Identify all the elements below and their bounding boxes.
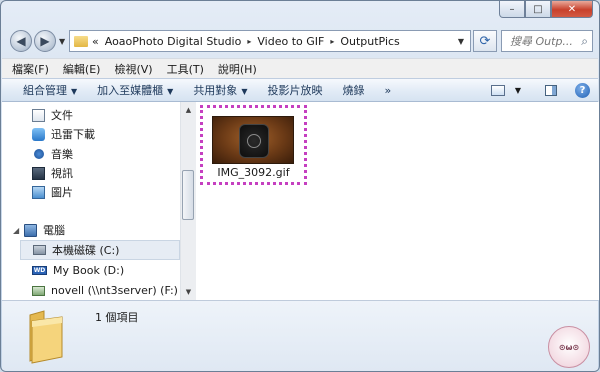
nav-item-label: 迅雷下載 [51,128,95,141]
menu-tools[interactable]: 工具(T) [167,61,204,77]
item-count: 1 個項目 [95,311,139,324]
address-bar[interactable]: « AoaoPhoto Digital Studio ▸ Video to GI… [69,30,471,52]
change-view-icon[interactable] [490,84,505,96]
back-arrow-icon[interactable]: ◀ [10,30,32,52]
command-bar-right: ▼ ? [490,79,598,101]
nav-item-label: 電腦 [43,224,65,237]
device-image [239,124,269,158]
preview-pane-icon[interactable] [545,84,557,96]
computer-icon [24,223,37,237]
close-icon[interactable]: ✕ [551,1,593,18]
nav-item-my-book-d[interactable]: WD My Book (D:) [32,264,124,277]
scroll-up-icon[interactable]: ▲ [181,103,196,117]
search-icon[interactable]: ⌕ [581,34,588,49]
more-commands-button[interactable]: » [384,84,391,97]
nav-item-label: 視訊 [51,167,73,180]
breadcrumb-video-to-gif[interactable]: Video to GIF [257,35,324,48]
folder-icon [29,310,63,364]
address-dropdown-icon[interactable]: ▼ [452,37,470,46]
scroll-down-icon[interactable]: ▼ [181,285,196,299]
nav-item-label: 本機磁碟 (C:) [52,244,120,257]
chevron-down-icon: ▼ [167,87,174,96]
navigation-pane: 文件 迅雷下載 音樂 視訊 圖片 ◢ 電腦 本機磁碟 (C:) WD My Bo… [2,102,181,300]
nav-item-pictures[interactable]: 圖片 [32,184,73,200]
menu-view[interactable]: 檢視(V) [114,61,152,77]
nav-pane-scrollbar[interactable]: ▲ ▼ [180,102,196,300]
video-icon [32,166,45,180]
folder-icon [74,35,88,47]
nav-item-label: novell (\\nt3server) (F:) [51,284,178,297]
details-pane: 1 個項目 ⊙ω⊙ [2,300,598,371]
refresh-icon[interactable]: ⟳ [473,30,497,52]
nav-item-music[interactable]: 音樂 [32,146,73,162]
nav-item-computer[interactable]: 電腦 [24,222,65,238]
network-drive-icon [32,285,45,296]
breadcrumb-aoaophoto[interactable]: AoaoPhoto Digital Studio [105,35,242,48]
device-dial [247,134,261,148]
add-to-library-label: 加入至媒體櫃 [97,84,164,97]
nav-item-novell-f[interactable]: novell (\\nt3server) (F:) [32,284,178,297]
menu-edit[interactable]: 編輯(E) [63,61,101,77]
watermark-logo: ⊙ω⊙ [548,326,590,368]
nav-item-label: 文件 [51,109,73,122]
scrollbar-thumb[interactable] [182,170,194,220]
nav-item-label: My Book (D:) [53,264,125,277]
nav-item-local-disk-c[interactable]: 本機磁碟 (C:) [20,240,180,260]
forward-arrow-icon[interactable]: ▶ [34,30,56,52]
command-bar: 組合管理 ▼ 加入至媒體櫃 ▼ 共用對象 ▼ 投影片放映 燒錄 » ▼ ? [2,78,598,102]
music-icon [34,149,44,159]
search-box[interactable]: ⌕ [501,30,593,52]
menu-bar: 檔案(F) 編輯(E) 檢視(V) 工具(T) 說明(H) [2,58,598,78]
nav-item-videos[interactable]: 視訊 [32,165,73,181]
organize-button[interactable]: 組合管理 ▼ [23,82,77,98]
breadcrumb-separator-icon[interactable]: ▸ [247,37,251,46]
window-caption-buttons: – □ ✕ [499,1,593,18]
nav-item-label: 圖片 [51,186,73,199]
share-with-button[interactable]: 共用對象 ▼ [193,82,247,98]
nav-item-label: 音樂 [51,148,73,161]
recent-pages-chevron-icon[interactable]: ▼ [59,37,65,46]
document-icon [32,108,45,122]
breadcrumb-separator-icon[interactable]: ▸ [330,37,334,46]
view-options-chevron-icon[interactable]: ▼ [515,86,521,95]
minimize-icon[interactable]: – [499,1,525,18]
slideshow-button[interactable]: 投影片放映 [267,82,322,98]
chevron-down-icon: ▼ [241,87,248,96]
download-icon [32,127,45,141]
file-list-pane: IMG_3092.gif [196,102,599,300]
chevron-down-icon: ▼ [71,87,78,96]
help-icon[interactable]: ? [575,82,590,98]
explorer-window: – □ ✕ ◀ ▶ ▼ « AoaoPhoto Digital Studio ▸… [0,0,600,372]
file-name: IMG_3092.gif [217,166,290,179]
menu-help[interactable]: 說明(H) [218,61,257,77]
gif-thumbnail [212,116,294,164]
nav-item-thunder-downloads[interactable]: 迅雷下載 [32,126,95,142]
breadcrumb-outputpics[interactable]: OutputPics [340,35,399,48]
organize-label: 組合管理 [23,84,67,97]
breadcrumb-overflow[interactable]: « [92,35,99,48]
add-to-library-button[interactable]: 加入至媒體櫃 ▼ [97,82,173,98]
external-drive-icon: WD [32,266,47,275]
menu-file[interactable]: 檔案(F) [12,61,49,77]
share-with-label: 共用對象 [193,84,238,97]
file-tile[interactable]: IMG_3092.gif [200,105,307,185]
local-disk-icon [33,245,46,255]
maximize-icon[interactable]: □ [525,1,551,18]
expand-arrow-icon[interactable]: ◢ [13,226,19,235]
burn-button[interactable]: 燒錄 [342,82,364,98]
pictures-icon [32,185,45,199]
nav-item-documents[interactable]: 文件 [32,107,73,123]
search-input[interactable] [510,34,572,48]
